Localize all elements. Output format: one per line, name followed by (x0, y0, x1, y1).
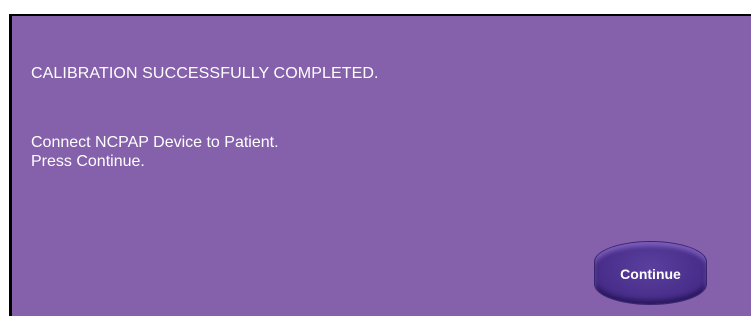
instruction-press-continue: Press Continue. (31, 153, 145, 170)
continue-button-label: Continue (620, 266, 681, 282)
continue-button[interactable]: Continue (595, 242, 706, 304)
instruction-connect-device: Connect NCPAP Device to Patient. (31, 134, 279, 151)
calibration-dialog: CALIBRATION SUCCESSFULLY COMPLETED. Conn… (9, 14, 751, 316)
calibration-status-heading: CALIBRATION SUCCESSFULLY COMPLETED. (31, 65, 379, 82)
instructions-text: Connect NCPAP Device to Patient. Press C… (31, 133, 279, 171)
